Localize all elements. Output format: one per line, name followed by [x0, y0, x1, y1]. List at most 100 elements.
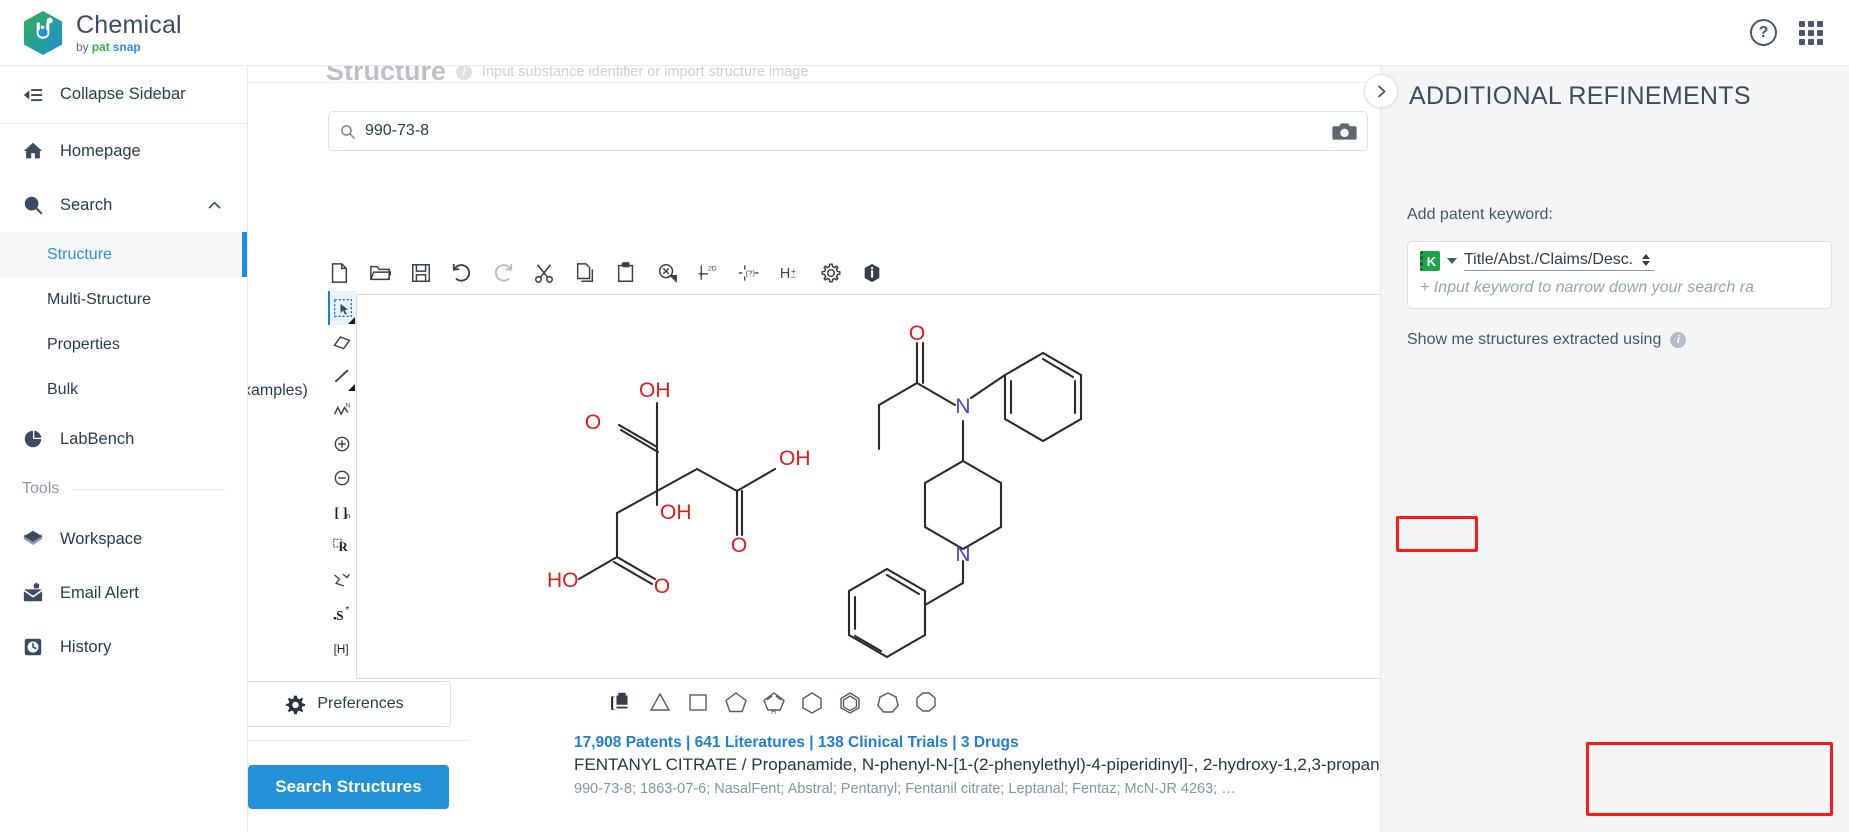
info-icon[interactable]: i: [1670, 332, 1687, 348]
sidebar: Collapse Sidebar Homepage Search Structu…: [0, 66, 248, 832]
sidebar-item-bulk[interactable]: Bulk: [0, 367, 247, 412]
sidebar-item-search[interactable]: Search: [0, 178, 247, 232]
search-icon: [341, 124, 355, 139]
structure-editor: N [ ] n R S * [H] OH O OH O OH HO O O N …: [328, 291, 1542, 695]
save-disk-icon[interactable]: [410, 262, 432, 284]
keyword-placeholder: + Input keyword to narrow down your sear…: [1420, 279, 1754, 296]
redo-icon[interactable]: [492, 262, 514, 284]
copy-icon[interactable]: [574, 262, 596, 284]
editor-ring-toolbar: [ H: [610, 690, 938, 714]
divider: [73, 488, 225, 490]
sidebar-item-properties[interactable]: Properties: [0, 322, 247, 367]
sidebar-collapse-button[interactable]: Collapse Sidebar: [0, 66, 247, 124]
sidebar-subitem-label: Multi-Structure: [47, 290, 152, 308]
brand-by: by: [76, 39, 89, 54]
hydrogen-toggle-icon[interactable]: H + −: [779, 262, 801, 284]
top-bar: Chemical by pat snap ?: [0, 0, 1849, 66]
updown-arrows-icon: [1642, 254, 1651, 266]
keyword-label: Add patent keyword:: [1407, 206, 1553, 223]
caret-down-icon[interactable]: [1447, 258, 1457, 264]
svg-text:O: O: [585, 411, 601, 434]
svg-text:H: H: [771, 709, 776, 714]
editor-toolbar: 2D (?) H + −: [328, 256, 883, 290]
atom-label-HO: HO: [547, 569, 579, 592]
search-input-value: 990-73-8: [365, 122, 430, 139]
sidebar-item-homepage[interactable]: Homepage: [0, 124, 247, 178]
open-folder-icon[interactable]: [369, 262, 391, 284]
search-icon: [24, 196, 43, 215]
brand-name: Chemical: [76, 10, 182, 39]
paste-icon[interactable]: [615, 262, 637, 284]
settings-gear-icon[interactable]: [820, 262, 842, 284]
molecule-drawing: OH O OH O OH HO O O N N: [547, 322, 1083, 659]
grid-apps-icon[interactable]: [1799, 20, 1823, 45]
cyclohexane-icon[interactable]: [800, 690, 824, 714]
sidebar-item-multi-structure[interactable]: Multi-Structure: [0, 277, 247, 322]
layout-2d-icon[interactable]: 2D: [697, 262, 719, 284]
sidebar-item-label: History: [60, 637, 112, 656]
extract-label: Show me structures extracted using: [1407, 331, 1662, 348]
sidebar-item-label: Email Alert: [60, 583, 139, 602]
sidebar-subitem-label: Structure: [47, 245, 112, 263]
keyword-scope-select[interactable]: Title/Abst./Claims/Desc.: [1464, 251, 1655, 271]
page-header: Structure i Input substance identifier o…: [326, 66, 808, 87]
pyrrole-icon[interactable]: H: [762, 690, 786, 714]
sidebar-item-email-alert[interactable]: Email Alert: [0, 566, 247, 620]
template-library-icon[interactable]: [: [610, 690, 634, 714]
sidebar-collapse-label: Collapse Sidebar: [60, 85, 186, 103]
svg-text:(?): (?): [746, 269, 756, 278]
atom-label-N: N: [955, 395, 970, 418]
sidebar-item-labbench[interactable]: LabBench: [0, 412, 247, 466]
atom-label-OH: OH: [660, 501, 692, 524]
zoom-select-icon[interactable]: [656, 262, 678, 284]
camera-icon[interactable]: [1331, 119, 1357, 143]
structure-canvas[interactable]: OH O OH O OH HO O O N N: [356, 294, 1514, 679]
atom-label-OH: OH: [779, 447, 811, 470]
page-hint: Input substance identifier or import str…: [482, 66, 809, 80]
brand-patsnap-snap: snap: [112, 39, 141, 54]
atom-label-N: N: [955, 543, 970, 566]
panel-title: ADDITIONAL REFINEMENTS: [1409, 82, 1751, 110]
sidebar-item-workspace[interactable]: Workspace: [0, 512, 247, 566]
cyclooctane-icon[interactable]: [914, 690, 938, 714]
cut-scissors-icon[interactable]: [533, 262, 555, 284]
cycloheptane-icon[interactable]: [876, 690, 900, 714]
svg-text:O: O: [654, 575, 670, 598]
sidebar-item-label: Workspace: [60, 529, 143, 548]
sidebar-subitem-label: Properties: [47, 335, 120, 353]
cyclopropane-icon[interactable]: [648, 690, 672, 714]
cyclopentane-icon[interactable]: [724, 690, 748, 714]
help-circle-icon[interactable]: ?: [1750, 19, 1777, 46]
envelope-alert-icon: [23, 582, 43, 602]
cube-icon: [23, 530, 43, 545]
new-document-icon[interactable]: [328, 262, 350, 284]
sidebar-subitem-label: Bulk: [47, 380, 79, 398]
chevron-up-icon[interactable]: [206, 197, 223, 214]
minus-circle-glyph: [334, 470, 350, 486]
brand-logo[interactable]: Chemical by pat snap: [0, 10, 182, 56]
undo-icon[interactable]: [451, 262, 473, 284]
sidebar-item-history[interactable]: History: [0, 620, 247, 674]
charge-minus-icon[interactable]: [328, 461, 356, 495]
sidebar-item-structure[interactable]: Structure: [0, 232, 247, 277]
cyclobutane-icon[interactable]: [686, 690, 710, 714]
info-icon[interactable]: i: [456, 66, 473, 80]
query-bond-icon[interactable]: (?): [738, 262, 760, 284]
keyword-k-icon[interactable]: K: [1420, 251, 1440, 271]
panel-collapse-button[interactable]: [1364, 74, 1398, 108]
pie-chart-icon: [24, 430, 42, 448]
sidebar-item-label: LabBench: [60, 429, 135, 448]
search-structures-button[interactable]: Search Structures: [248, 764, 449, 809]
search-input[interactable]: 990-73-8: [328, 111, 1368, 151]
benzene-icon[interactable]: [838, 690, 862, 714]
home-icon: [23, 142, 43, 159]
preferences-button[interactable]: Preferences: [239, 682, 450, 726]
keyword-scope-value: Title/Abst./Claims/Desc.: [1464, 251, 1634, 268]
keyword-input-box[interactable]: K Title/Abst./Claims/Desc. + Input keywo…: [1407, 241, 1832, 309]
sidebar-tools-header: Tools: [0, 466, 247, 512]
info-filled-icon[interactable]: [861, 262, 883, 284]
sidebar-item-label: Search: [60, 195, 113, 214]
page-title: Structure: [326, 66, 447, 86]
svg-text:[: [: [610, 695, 615, 712]
svg-text:H: H: [780, 266, 790, 282]
